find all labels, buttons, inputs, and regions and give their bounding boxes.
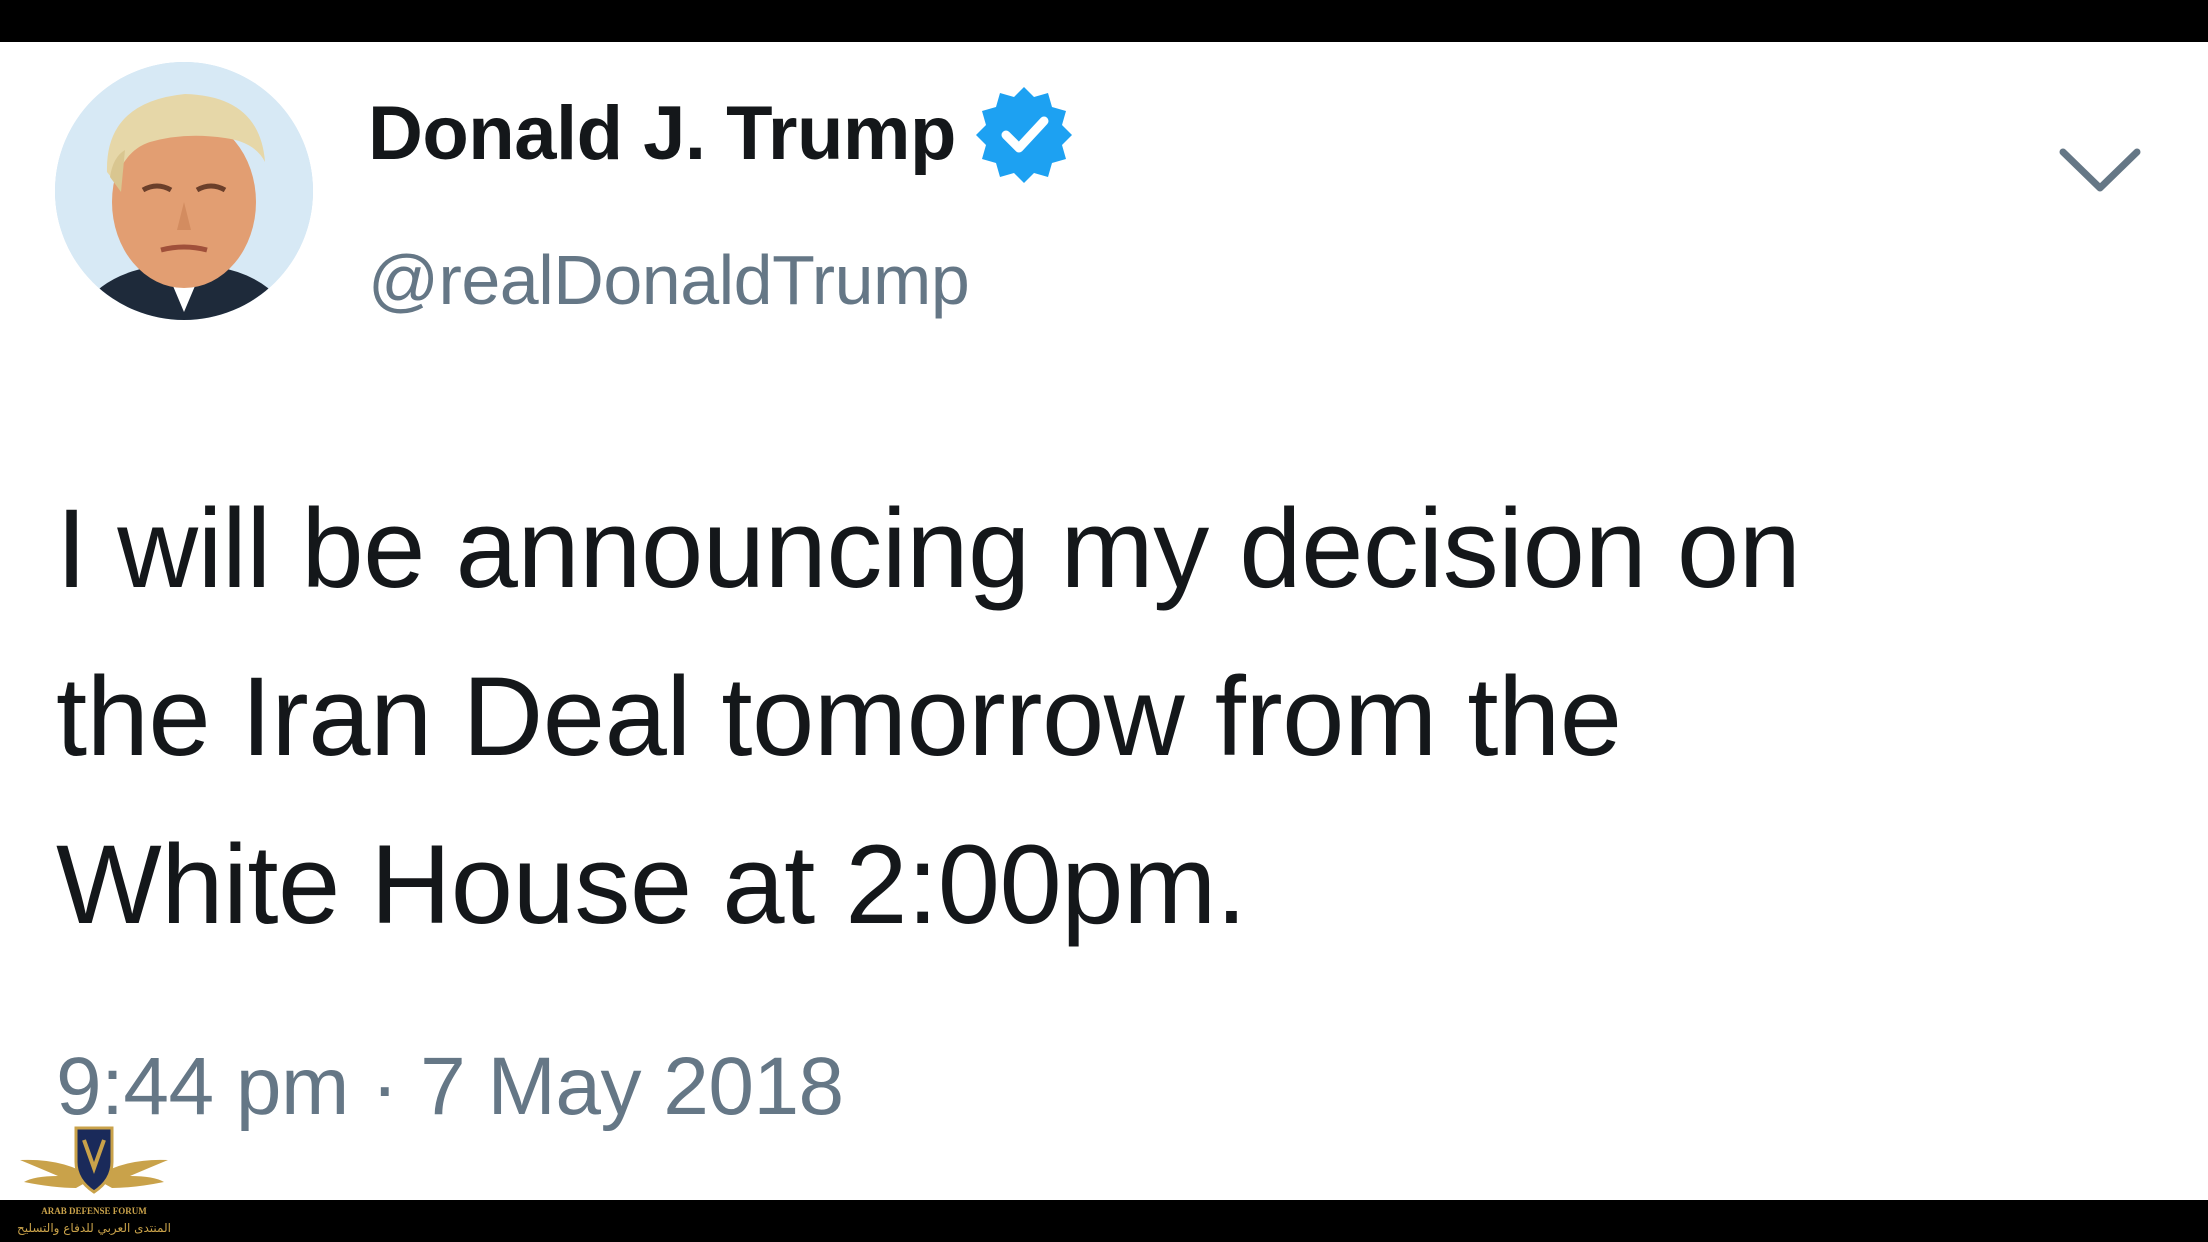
bottom-frame-bar: [0, 1200, 2208, 1242]
display-name[interactable]: Donald J. Trump: [368, 90, 956, 177]
svg-text:المنتدى العربي للدفاع والتسليح: المنتدى العربي للدفاع والتسليح: [17, 1221, 171, 1236]
profile-avatar[interactable]: [55, 62, 313, 320]
tweet-text-line: I will be announcing my decision on: [56, 486, 1801, 611]
svg-text:ARAB DEFENSE FORUM: ARAB DEFENSE FORUM: [41, 1206, 147, 1216]
avatar-portrait-image: [55, 62, 313, 320]
verified-badge-icon: [974, 83, 1074, 183]
tweet-text-line: the Iran Deal tomorrow from the: [56, 654, 1622, 779]
tweet-text-line: White House at 2:00pm.: [56, 822, 1247, 947]
top-frame-bar: [0, 0, 2208, 42]
forum-watermark-logo: ARAB DEFENSE FORUM المنتدى العربي للدفاع…: [14, 1118, 174, 1242]
tweet-timestamp[interactable]: 9:44 pm · 7 May 2018: [56, 1040, 844, 1134]
chevron-down-icon[interactable]: [2055, 140, 2145, 200]
user-handle[interactable]: @realDonaldTrump: [368, 240, 970, 320]
tweet-text: I will be announcing my decision on the …: [56, 465, 2156, 969]
display-name-row: Donald J. Trump: [368, 87, 1074, 183]
